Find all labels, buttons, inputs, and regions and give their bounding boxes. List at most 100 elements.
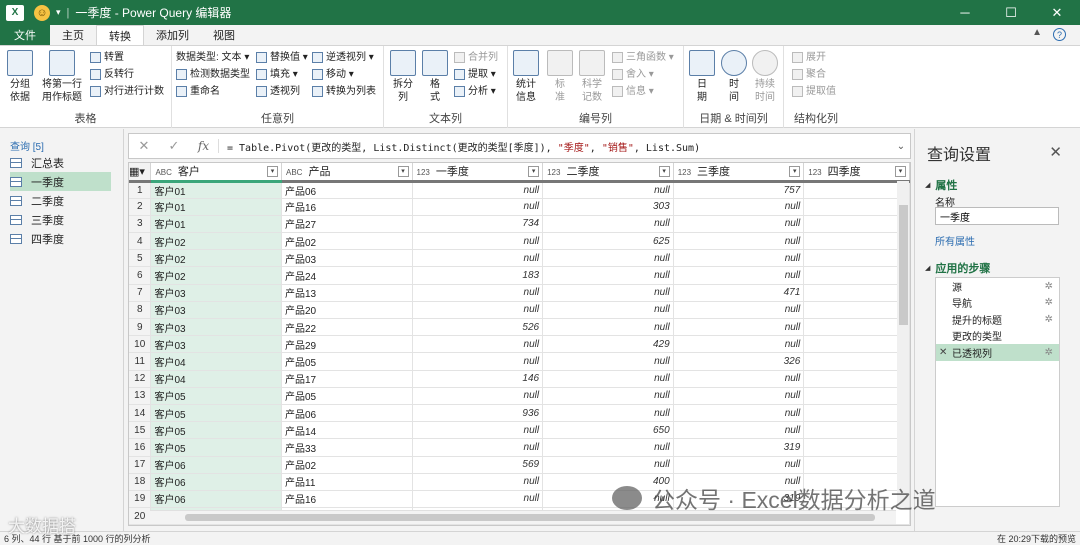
column-type-icon[interactable]: ABC — [155, 168, 171, 177]
filter-dropdown-icon[interactable]: ▾ — [397, 166, 409, 177]
table-cell[interactable]: 650 — [542, 421, 674, 440]
table-cell[interactable]: 客户01 — [150, 181, 282, 199]
replace-values-button[interactable]: 替换值 ▾ — [256, 49, 308, 66]
table-cell[interactable]: null — [412, 387, 544, 405]
table-row[interactable]: 5 客户02 产品03 null null null — [129, 249, 910, 268]
table-cell[interactable]: 产品02 — [281, 232, 413, 251]
table-row[interactable]: 2 客户01 产品16 null 303 null — [129, 198, 910, 216]
table-row[interactable]: 15 客户05 产品14 null 650 null — [129, 421, 910, 440]
table-cell[interactable]: 产品05 — [281, 387, 413, 405]
table-row[interactable]: 16 客户05 产品33 null null 319 — [129, 438, 910, 457]
query-item-q4[interactable]: 四季度 — [10, 229, 111, 248]
table-cell[interactable]: 客户03 — [150, 301, 282, 320]
table-cell[interactable]: 757 — [673, 181, 805, 199]
pivot-column-button[interactable]: 透视列 — [256, 83, 300, 100]
filter-dropdown-icon[interactable]: ▾ — [658, 166, 670, 177]
query-name-input[interactable] — [935, 207, 1059, 225]
table-cell[interactable]: null — [673, 421, 805, 440]
table-cell[interactable]: 产品13 — [281, 284, 413, 302]
table-cell[interactable]: 产品16 — [281, 198, 413, 216]
table-cell[interactable]: 429 — [542, 335, 674, 354]
table-cell[interactable]: 产品05 — [281, 352, 413, 371]
parse-button[interactable]: 分析 ▾ — [454, 83, 496, 100]
table-cell[interactable]: 客户01 — [150, 215, 282, 234]
delete-step-icon[interactable]: ✕ — [939, 347, 947, 358]
table-menu-icon[interactable]: ▦▾ — [129, 163, 152, 183]
table-cell[interactable]: null — [542, 438, 674, 457]
smiley-feedback-icon[interactable]: ☺ — [34, 4, 50, 21]
table-cell[interactable]: 产品17 — [281, 370, 413, 388]
count-rows-button[interactable]: 对行进行计数 — [90, 83, 164, 100]
table-cell[interactable]: 客户04 — [150, 370, 282, 388]
group-by-button[interactable]: 分组 依据 — [6, 50, 34, 104]
convert-to-list-button[interactable]: 转换为列表 — [312, 83, 376, 100]
table-cell[interactable]: 客户03 — [150, 335, 282, 354]
table-cell[interactable]: null — [542, 215, 674, 234]
split-column-button[interactable]: 拆分 列 — [390, 50, 416, 104]
table-cell[interactable]: 客户02 — [150, 266, 282, 285]
table-cell[interactable]: null — [673, 249, 805, 268]
table-cell[interactable]: null — [542, 301, 674, 320]
step-navigation[interactable]: 导航 ✲ — [936, 295, 1059, 312]
table-cell[interactable]: 625 — [542, 232, 674, 251]
table-cell[interactable]: null — [542, 181, 674, 199]
column-header-1[interactable]: ABC 产品 ▾ — [281, 163, 413, 183]
table-cell[interactable]: null — [673, 232, 805, 251]
table-row[interactable]: 12 客户04 产品17 146 null null — [129, 370, 910, 388]
table-cell[interactable]: null — [412, 335, 544, 354]
table-cell[interactable]: null — [673, 335, 805, 354]
fx-icon[interactable]: fx — [189, 139, 219, 153]
table-cell[interactable]: 326 — [673, 352, 805, 371]
standard-button[interactable]: 标 准 — [546, 50, 574, 104]
fill-button[interactable]: 填充 ▾ — [256, 66, 298, 83]
table-cell[interactable]: 客户05 — [150, 438, 282, 457]
table-cell[interactable]: 客户03 — [150, 284, 282, 302]
table-cell[interactable]: null — [412, 301, 544, 320]
table-cell[interactable]: null — [542, 266, 674, 285]
table-row[interactable]: 3 客户01 产品27 734 null null — [129, 215, 910, 234]
table-cell[interactable]: null — [673, 301, 805, 320]
table-row[interactable]: 1 客户01 产品06 null null 757 — [129, 181, 910, 199]
table-cell[interactable]: 183 — [412, 266, 544, 285]
tab-add-column[interactable]: 添加列 — [144, 25, 201, 45]
format-button[interactable]: 格 式 — [422, 50, 448, 104]
table-cell[interactable]: 产品03 — [281, 249, 413, 268]
table-cell[interactable]: 客户06 — [150, 490, 282, 509]
trigonometry-button[interactable]: 三角函数 ▾ — [612, 49, 674, 66]
maximize-button[interactable]: ☐ — [988, 0, 1034, 25]
confirm-formula-icon[interactable]: ✓ — [159, 138, 189, 154]
table-cell[interactable]: null — [673, 456, 805, 474]
table-cell[interactable]: 产品33 — [281, 438, 413, 457]
reverse-rows-button[interactable]: 反转行 — [90, 66, 134, 83]
tab-home[interactable]: 主页 — [50, 25, 96, 45]
formula-input[interactable]: = Table.Pivot(更改的类型, List.Distinct(更改的类型… — [227, 139, 892, 154]
table-cell[interactable]: null — [673, 198, 805, 216]
table-cell[interactable]: null — [542, 249, 674, 268]
table-cell[interactable]: 客户05 — [150, 387, 282, 405]
filter-dropdown-icon[interactable]: ▾ — [789, 166, 801, 177]
table-cell[interactable]: null — [542, 318, 674, 337]
column-header-3[interactable]: 123 二季度 ▾ — [542, 163, 674, 183]
collapse-ribbon-icon[interactable]: ▲ — [1032, 27, 1042, 38]
table-row[interactable]: 10 客户03 产品29 null 429 null — [129, 335, 910, 354]
table-cell[interactable]: null — [412, 421, 544, 440]
table-cell[interactable]: null — [542, 284, 674, 302]
table-cell[interactable]: null — [673, 318, 805, 337]
table-cell[interactable]: null — [412, 438, 544, 457]
query-item-q1[interactable]: 一季度 — [10, 172, 111, 191]
table-cell[interactable]: null — [412, 232, 544, 251]
quick-access-dropdown-icon[interactable]: ▾ — [56, 7, 61, 18]
table-row[interactable]: 13 客户05 产品05 null null null — [129, 387, 910, 405]
table-cell[interactable]: 客户03 — [150, 318, 282, 337]
table-cell[interactable]: null — [412, 198, 544, 216]
information-button[interactable]: 信息 ▾ — [612, 83, 654, 100]
gear-icon[interactable]: ✲ — [1045, 281, 1053, 292]
step-changed-type[interactable]: 更改的类型 — [936, 328, 1059, 345]
table-cell[interactable]: 569 — [412, 456, 544, 474]
table-cell[interactable]: null — [542, 387, 674, 405]
cancel-formula-icon[interactable]: ✕ — [129, 138, 159, 154]
help-icon[interactable]: ? — [1053, 28, 1066, 41]
query-item-summary[interactable]: 汇总表 — [10, 153, 111, 172]
table-cell[interactable]: null — [412, 490, 544, 509]
time-button[interactable]: 时 间 — [720, 50, 748, 104]
